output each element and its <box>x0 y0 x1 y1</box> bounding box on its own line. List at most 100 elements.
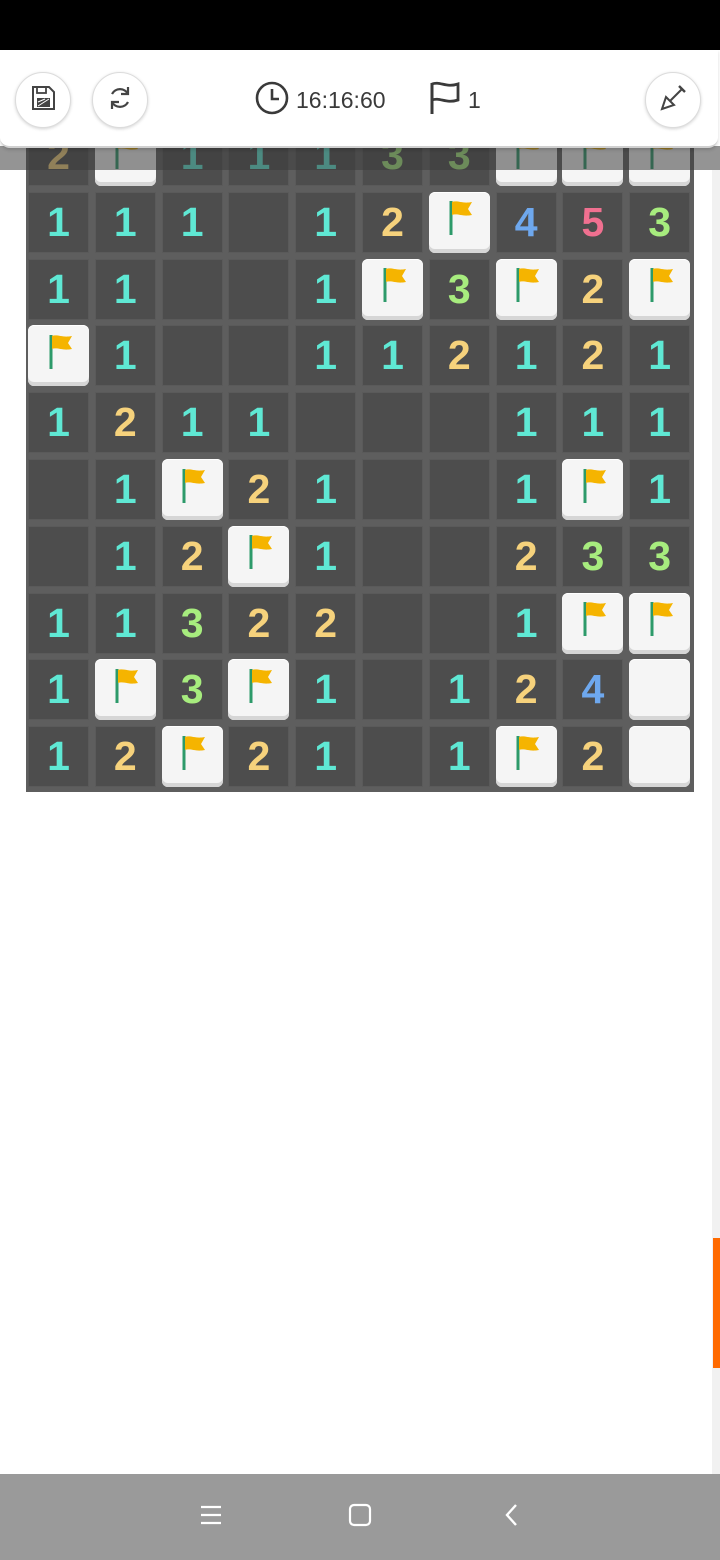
number-cell[interactable]: 1 <box>295 726 357 788</box>
number-cell[interactable]: 2 <box>295 592 357 654</box>
number-cell[interactable]: 1 <box>629 325 691 387</box>
number-cell[interactable]: 2 <box>562 258 624 320</box>
number-cell[interactable]: 1 <box>495 459 557 520</box>
number-cell[interactable]: 1 <box>495 592 557 654</box>
nav-menu-button[interactable] <box>194 1500 228 1534</box>
flagged-cell[interactable] <box>562 592 624 654</box>
hidden-cell[interactable] <box>629 726 691 788</box>
number-cell[interactable]: 3 <box>428 258 490 320</box>
number-cell[interactable]: 1 <box>428 659 490 721</box>
number-cell[interactable]: 1 <box>495 392 557 454</box>
cell-number: 1 <box>113 466 137 512</box>
empty-cell[interactable] <box>161 325 223 387</box>
number-cell[interactable]: 1 <box>295 191 357 253</box>
restart-button[interactable] <box>92 72 148 128</box>
hidden-cell[interactable] <box>629 659 691 721</box>
save-button[interactable] <box>15 72 71 128</box>
flagged-cell[interactable] <box>629 258 691 320</box>
number-cell[interactable]: 1 <box>295 659 357 721</box>
flagged-cell[interactable] <box>362 258 423 320</box>
number-cell[interactable]: 3 <box>629 191 691 253</box>
flagged-cell[interactable] <box>562 459 624 520</box>
flagged-cell[interactable] <box>28 325 89 387</box>
dig-mode-button[interactable] <box>645 72 701 128</box>
nav-home-button[interactable] <box>343 1500 377 1534</box>
empty-cell[interactable] <box>228 191 290 253</box>
number-cell[interactable]: 1 <box>28 392 89 454</box>
empty-cell[interactable] <box>428 459 490 520</box>
number-cell[interactable]: 2 <box>228 459 290 520</box>
empty-cell[interactable] <box>428 525 490 587</box>
number-cell[interactable]: 1 <box>629 392 691 454</box>
number-cell[interactable]: 2 <box>428 325 490 387</box>
number-cell[interactable]: 1 <box>161 191 223 253</box>
number-cell[interactable]: 1 <box>28 592 89 654</box>
empty-cell[interactable] <box>228 258 290 320</box>
number-cell[interactable]: 1 <box>94 525 156 587</box>
number-cell[interactable]: 2 <box>495 659 557 721</box>
number-cell[interactable]: 1 <box>28 258 89 320</box>
empty-cell[interactable] <box>28 525 89 587</box>
flagged-cell[interactable] <box>428 191 490 253</box>
empty-cell[interactable] <box>228 325 290 387</box>
number-cell[interactable]: 3 <box>161 659 223 721</box>
number-cell[interactable]: 1 <box>562 392 624 454</box>
empty-cell[interactable] <box>362 659 423 721</box>
flagged-cell[interactable] <box>228 525 290 587</box>
flag-counter: 1 <box>428 80 481 120</box>
empty-cell[interactable] <box>362 525 423 587</box>
nav-back-button[interactable] <box>495 1500 529 1534</box>
number-cell[interactable]: 5 <box>562 191 624 253</box>
number-cell[interactable]: 1 <box>362 325 423 387</box>
empty-cell[interactable] <box>362 392 423 454</box>
empty-cell[interactable] <box>428 392 490 454</box>
empty-cell[interactable] <box>362 726 423 788</box>
number-cell[interactable]: 1 <box>295 325 357 387</box>
number-cell[interactable]: 1 <box>295 525 357 587</box>
number-cell[interactable]: 2 <box>562 726 624 788</box>
number-cell[interactable]: 2 <box>562 325 624 387</box>
number-cell[interactable]: 1 <box>28 191 89 253</box>
number-cell[interactable]: 2 <box>94 392 156 454</box>
empty-cell[interactable] <box>28 459 89 520</box>
number-cell[interactable]: 3 <box>629 525 691 587</box>
flagged-cell[interactable] <box>94 659 156 721</box>
number-cell[interactable]: 1 <box>94 325 156 387</box>
number-cell[interactable]: 1 <box>28 726 89 788</box>
number-cell[interactable]: 2 <box>362 191 423 253</box>
number-cell[interactable]: 4 <box>495 191 557 253</box>
number-cell[interactable]: 1 <box>629 459 691 520</box>
flagged-cell[interactable] <box>228 659 290 721</box>
number-cell[interactable]: 1 <box>228 392 290 454</box>
number-cell[interactable]: 1 <box>28 659 89 721</box>
number-cell[interactable]: 2 <box>495 525 557 587</box>
number-cell[interactable]: 1 <box>428 726 490 788</box>
flagged-cell[interactable] <box>495 258 557 320</box>
empty-cell[interactable] <box>161 258 223 320</box>
number-cell[interactable]: 1 <box>495 325 557 387</box>
number-cell[interactable]: 1 <box>94 459 156 520</box>
flagged-cell[interactable] <box>495 726 557 788</box>
number-cell[interactable]: 1 <box>94 592 156 654</box>
number-cell[interactable]: 1 <box>295 459 357 520</box>
number-cell[interactable]: 3 <box>562 525 624 587</box>
number-cell[interactable]: 3 <box>161 592 223 654</box>
empty-cell[interactable] <box>295 392 357 454</box>
number-cell[interactable]: 1 <box>161 392 223 454</box>
number-cell[interactable]: 2 <box>161 525 223 587</box>
number-cell[interactable]: 2 <box>228 592 290 654</box>
empty-cell[interactable] <box>362 592 423 654</box>
empty-cell[interactable] <box>428 592 490 654</box>
number-cell[interactable]: 4 <box>562 659 624 721</box>
flagged-cell[interactable] <box>161 726 223 788</box>
cell-number: 1 <box>47 666 70 713</box>
flagged-cell[interactable] <box>629 592 691 654</box>
number-cell[interactable]: 1 <box>94 191 156 253</box>
number-cell[interactable]: 1 <box>94 258 156 320</box>
number-cell[interactable]: 2 <box>94 726 156 788</box>
empty-cell[interactable] <box>362 459 423 520</box>
number-cell[interactable]: 2 <box>228 726 290 788</box>
scroll-thumb[interactable] <box>713 1238 720 1368</box>
flagged-cell[interactable] <box>161 459 223 520</box>
number-cell[interactable]: 1 <box>295 258 357 320</box>
